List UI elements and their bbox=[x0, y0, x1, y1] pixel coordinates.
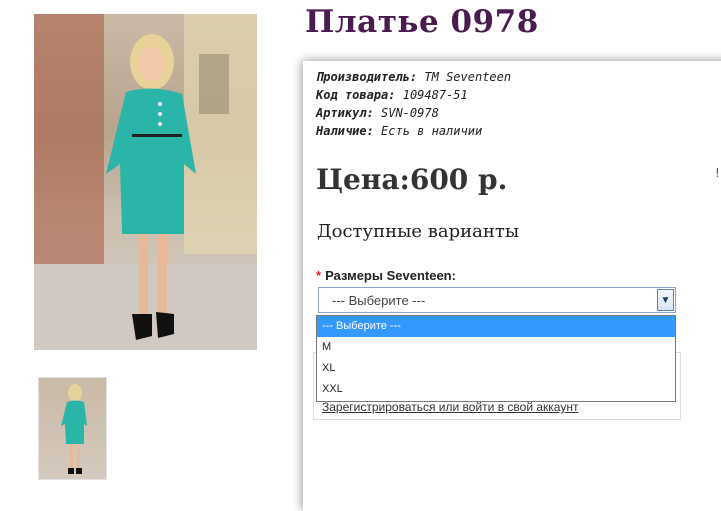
spec-manufacturer: Производитель: TM Seventeen bbox=[316, 68, 511, 86]
spec-value: 109487-51 bbox=[402, 88, 468, 102]
dropdown-option[interactable]: XL bbox=[317, 358, 675, 379]
thumbnail-image[interactable] bbox=[38, 377, 107, 480]
spec-availability: Наличие: Есть в наличии bbox=[316, 122, 511, 140]
product-price: Цена:600 р. bbox=[316, 163, 508, 196]
spec-product-code: Код товара: 109487-51 bbox=[316, 86, 511, 104]
dress-photo-illustration bbox=[34, 14, 257, 350]
size-select[interactable]: --- Выберите --- ▼ bbox=[318, 287, 676, 313]
spec-value: SVN-0978 bbox=[381, 106, 439, 120]
product-specs: Производитель: TM Seventeen Код товара: … bbox=[316, 68, 511, 140]
spec-label: Производитель: bbox=[316, 70, 418, 84]
edge-mark: ! bbox=[715, 166, 720, 180]
main-product-image[interactable] bbox=[34, 14, 257, 350]
dropdown-option[interactable]: XXL bbox=[317, 379, 675, 400]
register-login-link[interactable]: Зарегистрироваться или войти в свой акка… bbox=[322, 400, 578, 414]
size-select-value: --- Выберите --- bbox=[332, 293, 426, 308]
spec-label: Артикул: bbox=[316, 106, 374, 120]
dropdown-option[interactable]: M bbox=[317, 337, 675, 358]
spec-label: Код товара: bbox=[316, 88, 396, 102]
dropdown-option[interactable]: --- Выберите --- bbox=[317, 316, 675, 337]
spec-value: TM Seventeen bbox=[424, 70, 512, 84]
available-options-heading: Доступные варианты bbox=[317, 221, 520, 242]
required-marker: * bbox=[316, 268, 322, 283]
size-label-text: Размеры Seventeen: bbox=[325, 268, 456, 283]
chevron-down-icon[interactable]: ▼ bbox=[657, 289, 674, 311]
size-label: * Размеры Seventeen: bbox=[316, 268, 456, 283]
spec-label: Наличие: bbox=[316, 124, 374, 138]
product-title: Платье 0978 bbox=[305, 4, 539, 40]
size-dropdown-list[interactable]: --- Выберите --- M XL XXL bbox=[316, 315, 676, 402]
thumbnail-illustration bbox=[61, 384, 87, 474]
spec-article: Артикул: SVN-0978 bbox=[316, 104, 511, 122]
spec-value: Есть в наличии bbox=[381, 124, 483, 138]
